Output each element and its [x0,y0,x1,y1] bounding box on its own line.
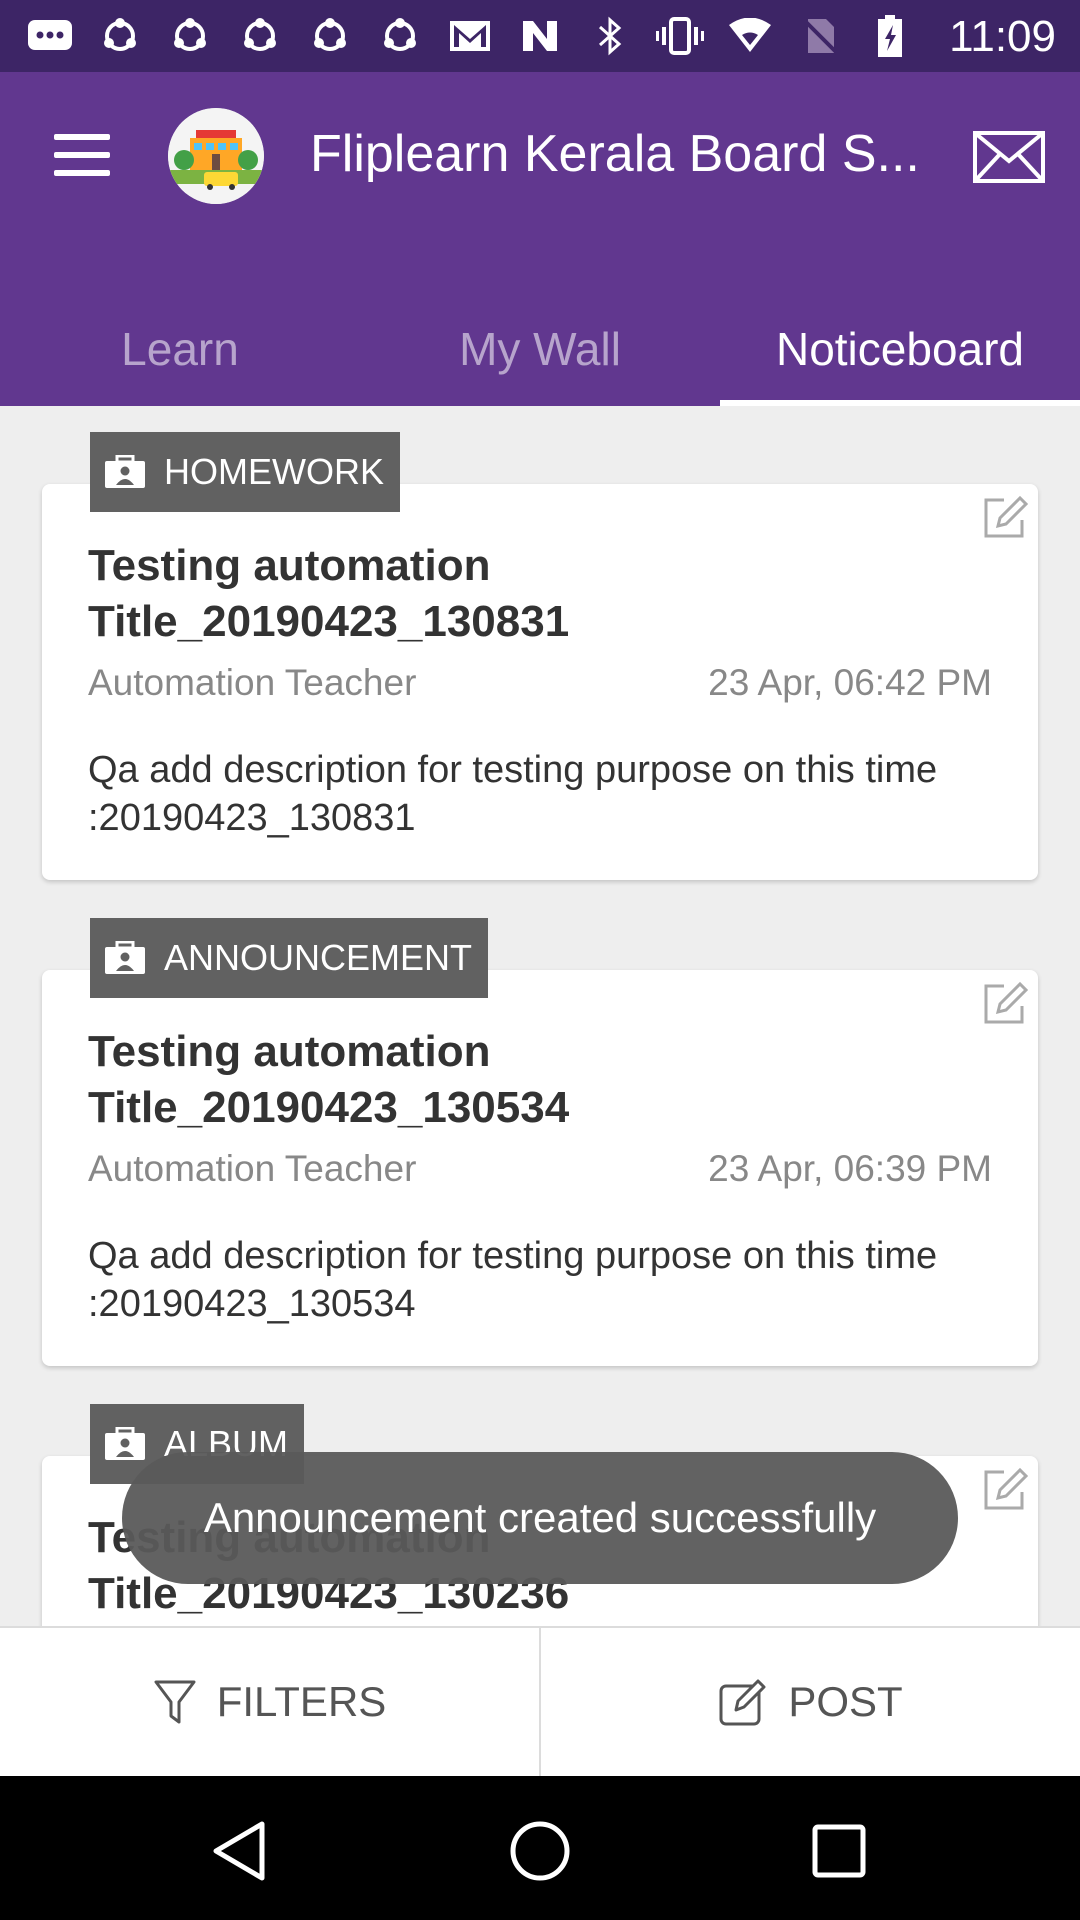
menu-button[interactable] [54,134,114,178]
back-icon[interactable] [206,1816,276,1886]
sync-icon [376,16,424,56]
edit-icon[interactable] [982,980,1029,1026]
menu-line [54,170,110,176]
n-icon [516,16,564,56]
bottom-action-bar: FILTERS POST [0,1626,1080,1776]
compose-icon [719,1679,766,1726]
filters-button[interactable]: FILTERS [0,1628,539,1776]
notice-title: Testing automation Title_20190423_130534 [88,1027,570,1132]
edit-icon[interactable] [982,494,1029,540]
app-title: Fliplearn Kerala Board S... [310,125,920,183]
toast-message: Announcement created successfully [122,1452,958,1584]
notice-card[interactable]: HOMEWORK Testing automation Title_201904… [42,432,1038,880]
status-time: 11:09 [949,12,1056,61]
home-icon[interactable] [505,1816,575,1886]
notice-tag-label: ANNOUNCEMENT [164,937,473,978]
filter-icon [154,1680,196,1724]
vibrate-icon [656,16,704,56]
menu-line [54,134,110,140]
tab-my-wall[interactable]: My Wall [360,292,720,406]
mail-icon[interactable] [972,130,1046,184]
notice-description: Qa add description for testing purpose o… [88,749,938,839]
tab-learn[interactable]: Learn [0,292,360,406]
no-sim-icon [796,16,844,56]
notice-author: Automation Teacher [88,662,417,703]
badge-icon [105,941,145,974]
sync-icon [306,16,354,56]
menu-line [54,152,110,158]
post-label: POST [788,1678,903,1725]
notice-author: Automation Teacher [88,1148,417,1189]
notice-date: 23 Apr, 06:39 PM [708,1148,992,1189]
school-logo-image [168,108,264,204]
edit-icon[interactable] [982,1466,1029,1512]
app-bar: Fliplearn Kerala Board S... Learn My Wal… [0,72,1080,406]
badge-icon [105,455,145,488]
tab-noticeboard[interactable]: Noticeboard [720,292,1080,406]
noticeboard-feed[interactable]: HOMEWORK Testing automation Title_201904… [0,406,1080,1626]
notice-description: Qa add description for testing purpose o… [88,1235,938,1325]
battery-icon [866,15,914,57]
sync-icon [96,16,144,56]
bluetooth-icon [586,16,634,56]
notice-date: 23 Apr, 06:42 PM [708,662,992,703]
navigation-bar [0,1776,1080,1920]
message-icon [26,16,74,56]
notice-card-body: Testing automation Title_20190423_130831… [42,484,1038,880]
notice-title: Testing automation Title_20190423_130831 [88,541,570,646]
notice-card[interactable]: ANNOUNCEMENT Testing automation Title_20… [42,918,1038,1366]
status-icons [26,14,914,58]
wifi-icon [726,16,774,56]
notice-tag: HOMEWORK [90,432,400,512]
gmail-icon [446,16,494,56]
recents-icon[interactable] [804,1816,874,1886]
status-bar: 11:09 [0,0,1080,72]
notice-card-body: Testing automation Title_20190423_130534… [42,970,1038,1366]
filters-label: FILTERS [216,1678,387,1725]
tab-bar: Learn My Wall Noticeboard [0,292,1080,406]
notice-tag: ANNOUNCEMENT [90,918,489,998]
badge-icon [105,1427,145,1460]
notice-tag-label: HOMEWORK [164,451,384,492]
sync-icon [166,16,214,56]
school-logo[interactable] [168,108,264,204]
sync-icon [236,16,284,56]
post-button[interactable]: POST [539,1628,1080,1776]
